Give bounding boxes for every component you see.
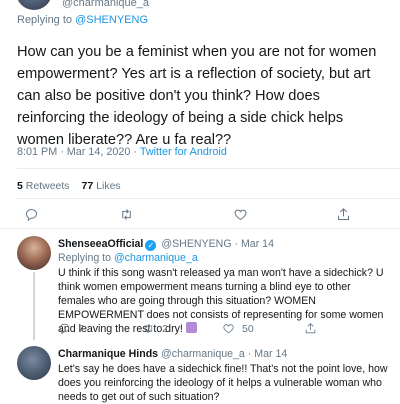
replying-to-line: Replying to @SHENYENG (17, 14, 148, 26)
retweets-count: 5 (17, 180, 23, 192)
divider (0, 228, 400, 229)
retweet-icon[interactable] (117, 205, 135, 223)
tweet-timestamp[interactable]: 8:01 PM · Mar 14, 2020 · (17, 146, 140, 158)
reply-icon (59, 323, 70, 335)
tweet-text: How can you be a feminist when you are n… (17, 44, 377, 148)
tweet-stats: 5 Retweets 77 Likes (17, 180, 121, 192)
retweet-button[interactable]: 2 (142, 322, 168, 335)
like-count: 50 (242, 322, 254, 335)
display-name[interactable]: ShenseeaOfficial (58, 238, 143, 250)
likes-stat[interactable]: 77 Likes (82, 180, 121, 192)
likes-label: Likes (96, 180, 121, 192)
like-icon[interactable] (231, 205, 249, 223)
display-name[interactable]: Charmanique Hinds (58, 348, 158, 360)
reply-header: Charmanique Hinds @charmanique_a · Mar 1… (58, 347, 390, 361)
reply-text: Let's say he does have a sidechick fine!… (58, 363, 388, 403)
author-avatar[interactable] (16, 0, 52, 10)
verified-icon: ✓ (145, 240, 157, 251)
date[interactable]: · Mar 14 (248, 348, 287, 360)
replying-to-link[interactable]: @charmanique_a (114, 252, 198, 264)
divider (17, 198, 400, 199)
author-handle[interactable]: @charmanique_a (62, 0, 149, 9)
share-icon[interactable] (334, 205, 352, 223)
thread-line (33, 272, 35, 340)
tweet-client-link[interactable]: Twitter for Android (140, 146, 227, 158)
retweets-stat[interactable]: 5 Retweets (17, 180, 70, 192)
replying-to-line: Replying to @charmanique_a (58, 251, 390, 265)
avatar[interactable] (17, 236, 51, 270)
retweet-icon (144, 323, 153, 334)
date[interactable]: · Mar 14 (235, 238, 274, 250)
replying-prefix: Replying to (17, 14, 76, 26)
tweet-action-bar (0, 200, 400, 226)
like-icon (223, 324, 234, 334)
share-button[interactable] (304, 322, 317, 335)
reply-icon[interactable] (22, 205, 40, 223)
handle[interactable]: @charmanique_a (161, 348, 245, 360)
reply-header: ShenseeaOfficial ✓ @SHENYENG · Mar 14 (58, 237, 390, 251)
likes-count: 77 (81, 180, 94, 192)
divider (17, 168, 400, 169)
tweet-meta: 8:01 PM · Mar 14, 2020 · Twitter for And… (17, 146, 227, 158)
reply-content: Charmanique Hinds @charmanique_a · Mar 1… (58, 347, 390, 404)
share-icon (305, 323, 316, 334)
reply-button[interactable]: 7 (58, 322, 84, 335)
reply-tweet[interactable]: ShenseeaOfficial ✓ @SHENYENG · Mar 14 Rep… (0, 232, 400, 342)
like-button[interactable]: 50 (222, 322, 254, 335)
avatar[interactable] (17, 346, 51, 380)
reply-tweet[interactable]: Charmanique Hinds @charmanique_a · Mar 1… (0, 343, 400, 403)
reply-action-bar: 7 2 50 (58, 322, 388, 338)
reply-count: 7 (78, 322, 84, 335)
replying-to-link[interactable]: @SHENYENG (75, 14, 148, 26)
retweet-count: 2 (162, 322, 168, 335)
handle[interactable]: @SHENYENG (161, 238, 231, 250)
retweets-label: Retweets (25, 180, 70, 192)
replying-prefix: Replying to (58, 252, 114, 264)
